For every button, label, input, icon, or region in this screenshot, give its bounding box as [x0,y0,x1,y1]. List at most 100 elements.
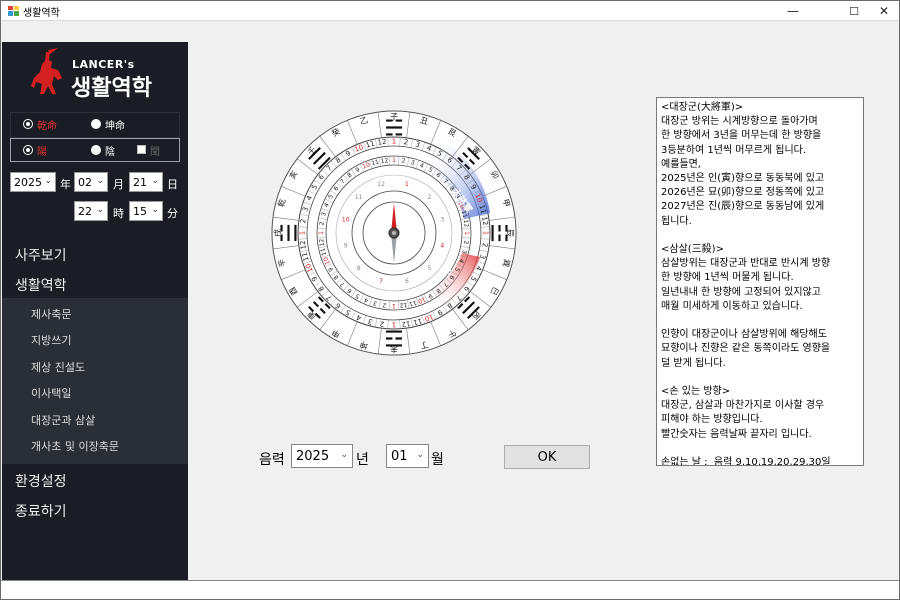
leap-checkbox[interactable] [137,145,146,154]
ok-button[interactable]: OK [504,445,590,469]
year-unit: 年 [60,178,71,191]
compass-number: 1 [392,138,396,146]
info-line: 한 방향에 1년씩 머물게 됩니다. [661,272,794,284]
submenu-item-gaesacho[interactable]: 개사초 및 이장축문 [31,438,119,454]
compass-number: 1 [482,231,490,235]
compass-number: 1 [463,231,470,235]
info-line: <손 있는 방향> [661,386,731,398]
submenu-item-isa[interactable]: 이사택일 [31,385,71,401]
radio-lunar[interactable] [91,145,101,155]
chevron-down-icon: ⌄ [151,176,159,186]
inner-marker: 12 [377,181,385,188]
compass-number: 12 [401,319,411,328]
logo: LANCER's 생활역학 [2,42,188,106]
info-line: 묘향이나 진향은 같은 동쪽이라도 영향을 [661,343,831,355]
radio-solar[interactable] [23,145,33,155]
info-line: 매월 미세하게 이동하고 있습니다. [661,300,803,312]
lunar-month-select[interactable]: 01 ⌄ [386,444,429,468]
minute-select[interactable]: 15 ⌄ [129,201,163,221]
window-title: 생활역학 [23,8,60,19]
radio-male[interactable] [23,119,33,129]
submenu-item-jesa[interactable]: 제사축문 [31,306,71,322]
direction-label: 未 [390,345,398,355]
inner-marker: 5 [427,265,431,272]
knight-logo-icon [31,48,62,94]
inner-marker: 11 [355,194,363,201]
lunar-year-label: 음력 [259,452,285,468]
info-line: 피해야 하는 방향입니다. [661,414,763,426]
info-line: 빨간숫자는 음력날짜 끝자리 입니다. [661,428,812,440]
compass-number: 1 [392,157,396,164]
info-textbox[interactable]: <대장군(大將軍)> 대장군 방위는 시계방향으로 돌아가며 한 방향에서 3년을 … [656,97,864,466]
year-select[interactable]: 2025 ⌄ [10,172,56,192]
submenu-item-jinseoldo[interactable]: 제상 진설도 [31,359,85,375]
info-line [661,442,859,456]
compass-number: 1 [392,321,396,329]
direction-label: 辰 [506,229,515,237]
compass-number: 12 [462,219,470,228]
submenu: 제사축문 지방쓰기 제상 진설도 이사택일 대장군과 삼살 개사초 및 이장축문 [2,298,188,464]
minimize-button[interactable]: — [778,1,808,21]
info-line: 2026년은 묘(卯)향으로 정동쪽에 있고 [661,187,825,199]
info-line: <대장군(大將軍)> [661,102,744,113]
leap-label: 閏 [150,147,160,158]
inner-marker: 2 [427,194,431,201]
day-select[interactable]: 21 ⌄ [129,172,163,192]
close-button[interactable]: ✕ [869,1,899,21]
menu-settings[interactable]: 환경설정 [15,471,67,491]
lunar-year-unit: 년 [356,452,369,468]
day-unit: 日 [167,178,178,191]
inner-marker: 3 [440,217,444,224]
menu-saju[interactable]: 사주보기 [15,245,67,265]
title-bar: 생활역학 — ☐ ✕ [1,1,899,21]
direction-label: 戌 [273,229,283,237]
compass-number: 12 [318,238,326,247]
chevron-down-icon: ⌄ [96,176,104,186]
info-line: 2027년은 진(辰)향으로 동동남에 있게 [661,201,825,213]
lunar-month-unit: 월 [431,452,444,468]
solar-label: 陽 [37,147,47,158]
compass-number: 12 [377,138,387,147]
inner-marker: 1 [405,181,409,188]
female-label: 坤命 [105,121,125,132]
compass-number: 12 [399,301,408,309]
calendar-options: 陽 陰 閏 [10,138,180,162]
inner-marker: 7 [379,278,383,285]
info-line: 대장군, 삼살과 마찬가지로 이사할 경우 [661,400,825,412]
compass-number: 12 [480,216,489,226]
maximize-button[interactable]: ☐ [839,1,869,21]
app-icon [8,6,19,16]
menu-yeokhak[interactable]: 생활역학 [15,275,67,295]
lunar-label: 陰 [105,147,115,158]
chevron-down-icon: ⌄ [44,176,52,186]
submenu-item-jibang[interactable]: 지방쓰기 [31,332,71,348]
submenu-item-daejanggun[interactable]: 대장군과 삼살 [31,412,95,428]
inner-marker: 4 [440,242,444,249]
compass-number: 1 [299,231,307,235]
info-line [661,371,859,385]
hour-select[interactable]: 22 ⌄ [74,201,108,221]
compass-number: 12 [299,240,308,250]
chevron-down-icon: ⌄ [340,450,348,460]
compass-number: 12 [380,157,389,165]
radio-female[interactable] [91,119,101,129]
sidebar: LANCER's 생활역학 乾命 坤命 陽 陰 閏 2025 ⌄ 年 02 ⌄ 月 … [2,42,188,580]
info-line [661,229,859,243]
compass-number: 1 [392,302,396,309]
bottom-bar [1,580,899,599]
month-select[interactable]: 02 ⌄ [74,172,108,192]
info-line: <삼살(三殺)> [661,244,724,256]
inner-marker: 9 [344,242,348,249]
menu-exit[interactable]: 종료하기 [15,501,67,521]
info-line [661,314,859,328]
info-line: 인향이 대장군이나 삼살방위에 해당해도 [661,329,827,341]
info-line: 손없는 날 : 음력 9,10,19,20,29,30일 [661,457,831,466]
info-line: 대장군 방위는 시계방향으로 돌아가며 [661,116,818,128]
chevron-down-icon: ⌄ [96,205,104,215]
info-line: 일년내내 한 방향에 고정되어 있지않고 [661,286,821,298]
male-label: 乾命 [37,121,57,132]
inner-marker: 8 [357,265,361,272]
logo-title: 생활역학 [71,76,152,101]
info-line: 삼살방위는 대장군과 반대로 반시계 방향 [661,258,831,270]
lunar-year-select[interactable]: 2025 ⌄ [291,444,353,468]
